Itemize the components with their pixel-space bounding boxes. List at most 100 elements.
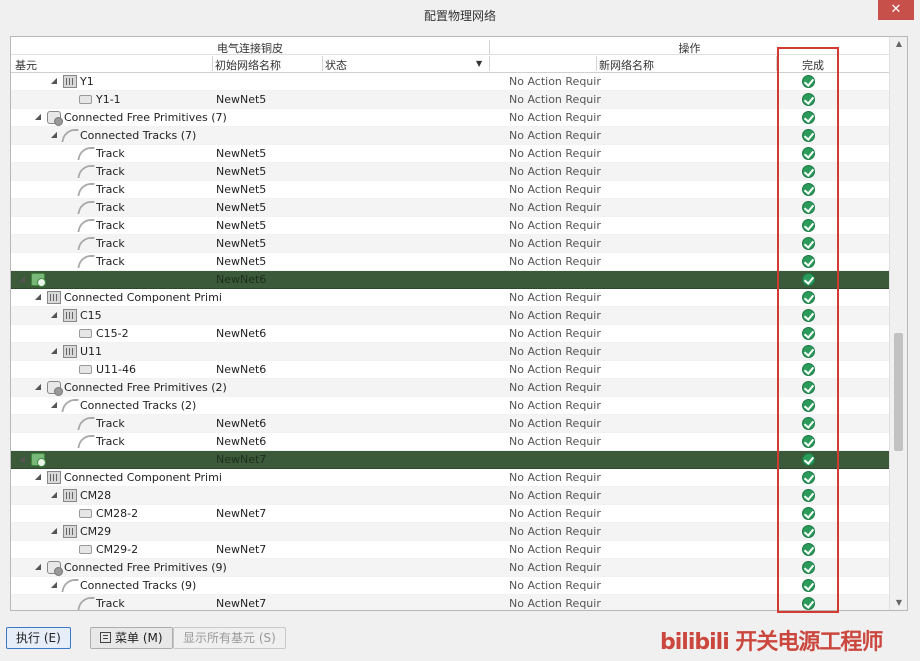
action-cell[interactable]: No Action Requir (509, 435, 601, 448)
column-header-initial-net[interactable]: 初始网络名称 (215, 57, 281, 73)
expand-toggle-icon[interactable]: ◢ (49, 580, 59, 589)
expand-toggle-icon[interactable]: ◢ (17, 274, 27, 283)
table-row[interactable]: CM28-2 NewNet7 No Action Requir (11, 505, 889, 523)
table-row[interactable]: ◢ CM28 No Action Requir (11, 487, 889, 505)
scroll-thumb[interactable] (894, 333, 903, 451)
done-check-icon (802, 363, 815, 376)
done-check-icon (802, 471, 815, 484)
action-cell[interactable]: No Action Requir (509, 165, 601, 178)
table-row[interactable]: ◢ Connected Tracks (7) No Action Requir (11, 127, 889, 145)
column-header-status[interactable]: 状态 (325, 57, 347, 73)
table-row[interactable]: Track NewNet6 No Action Requir (11, 433, 889, 451)
action-cell[interactable]: No Action Requir (509, 597, 601, 610)
table-row[interactable]: ◢ C15 No Action Requir (11, 307, 889, 325)
table-row[interactable]: Y1-1 NewNet5 No Action Requir (11, 91, 889, 109)
net-group-row[interactable]: ◢ NewNet6 (11, 271, 889, 289)
table-row[interactable]: Track NewNet5 No Action Requir (11, 199, 889, 217)
table-row[interactable]: ◢ Connected Component Primi No Action Requ… (11, 289, 889, 307)
expand-toggle-icon[interactable]: ◢ (49, 526, 59, 535)
expand-toggle-icon[interactable]: ◢ (33, 382, 43, 391)
action-cell[interactable]: No Action Requir (509, 489, 601, 502)
column-header-new-net[interactable]: 新网络名称 (599, 57, 654, 73)
action-cell[interactable]: No Action Requir (509, 579, 601, 592)
action-cell[interactable]: No Action Requir (509, 363, 601, 376)
expand-toggle-icon[interactable]: ◢ (33, 292, 43, 301)
row-label: Track (96, 597, 125, 610)
action-cell[interactable]: No Action Requir (509, 219, 601, 232)
table-row[interactable]: U11-46 NewNet6 No Action Requir (11, 361, 889, 379)
action-cell[interactable]: No Action Requir (509, 291, 601, 304)
action-cell[interactable]: No Action Requir (509, 183, 601, 196)
initial-net-cell: NewNet5 (216, 165, 267, 178)
action-cell[interactable]: No Action Requir (509, 93, 601, 106)
row-label: Track (96, 201, 125, 214)
action-cell[interactable]: No Action Requir (509, 507, 601, 520)
expand-toggle-icon[interactable]: ◢ (49, 490, 59, 499)
action-cell[interactable]: No Action Requir (509, 345, 601, 358)
table-row[interactable]: ◢ Y1 No Action Requir (11, 73, 889, 91)
action-cell[interactable]: No Action Requir (509, 399, 601, 412)
row-label: C15 (80, 309, 102, 322)
scroll-up-arrow-icon[interactable]: ▲ (890, 37, 908, 51)
table-row[interactable]: Track NewNet6 No Action Requir (11, 415, 889, 433)
action-cell[interactable]: No Action Requir (509, 255, 601, 268)
table-row[interactable]: Track NewNet5 No Action Requir (11, 181, 889, 199)
expand-toggle-icon[interactable]: ◢ (49, 400, 59, 409)
action-cell[interactable]: No Action Requir (509, 129, 601, 142)
scroll-down-arrow-icon[interactable]: ▼ (890, 596, 908, 610)
action-cell[interactable]: No Action Requir (509, 237, 601, 250)
table-row[interactable]: Track NewNet5 No Action Requir (11, 217, 889, 235)
menu-button[interactable]: 菜单 (M) (90, 627, 173, 649)
expand-toggle-icon[interactable]: ◢ (49, 130, 59, 139)
table-row[interactable]: ◢ Connected Free Primitives (9) No Action … (11, 559, 889, 577)
expand-toggle-icon[interactable]: ◢ (49, 76, 59, 85)
done-check-icon (802, 507, 815, 520)
action-cell[interactable]: No Action Requir (509, 561, 601, 574)
action-cell[interactable]: No Action Requir (509, 75, 601, 88)
done-check-icon (802, 327, 815, 340)
action-cell[interactable]: No Action Requir (509, 543, 601, 556)
expand-toggle-icon[interactable]: ◢ (17, 454, 27, 463)
track-icon (77, 237, 95, 250)
filter-dropdown-icon[interactable]: ▼ (476, 59, 482, 68)
action-cell[interactable]: No Action Requir (509, 327, 601, 340)
done-check-icon (802, 147, 815, 160)
table-row[interactable]: ◢ CM29 No Action Requir (11, 523, 889, 541)
execute-button[interactable]: 执行 (E) (6, 627, 71, 649)
expand-toggle-icon[interactable]: ◢ (49, 346, 59, 355)
done-check-icon (802, 417, 815, 430)
action-cell[interactable]: No Action Requir (509, 471, 601, 484)
action-cell[interactable]: No Action Requir (509, 381, 601, 394)
table-row[interactable]: ◢ Connected Component Primi No Action Requ… (11, 469, 889, 487)
table-row[interactable]: ◢ Connected Tracks (2) No Action Requir (11, 397, 889, 415)
action-cell[interactable]: No Action Requir (509, 525, 601, 538)
action-cell[interactable]: No Action Requir (509, 147, 601, 160)
column-header-primitive[interactable]: 基元 (15, 57, 37, 73)
net-group-row[interactable]: ◢ NewNet7 (11, 451, 889, 469)
expand-toggle-icon[interactable]: ◢ (33, 112, 43, 121)
vertical-scrollbar[interactable]: ▲ ▼ (889, 37, 907, 610)
column-header-done[interactable]: 完成 (802, 57, 824, 73)
table-row[interactable]: Track NewNet5 No Action Requir (11, 235, 889, 253)
action-cell[interactable]: No Action Requir (509, 111, 601, 124)
track-icon (77, 183, 95, 196)
expand-toggle-icon[interactable]: ◢ (33, 472, 43, 481)
action-cell[interactable]: No Action Requir (509, 309, 601, 322)
table-row[interactable]: Track NewNet5 No Action Requir (11, 145, 889, 163)
table-row[interactable]: Track NewNet5 No Action Requir (11, 253, 889, 271)
action-cell[interactable]: No Action Requir (509, 417, 601, 430)
expand-toggle-icon[interactable]: ◢ (49, 310, 59, 319)
table-row[interactable]: ◢ U11 No Action Requir (11, 343, 889, 361)
table-row[interactable]: C15-2 NewNet6 No Action Requir (11, 325, 889, 343)
table-row[interactable]: Track NewNet7 No Action Requir (11, 595, 889, 610)
show-all-primitives-button[interactable]: 显示所有基元 (S) (173, 627, 286, 649)
table-row[interactable]: ◢ Connected Tracks (9) No Action Requir (11, 577, 889, 595)
expand-toggle-icon[interactable]: ◢ (33, 562, 43, 571)
component-icon (63, 489, 77, 502)
table-row[interactable]: Track NewNet5 No Action Requir (11, 163, 889, 181)
table-row[interactable]: CM29-2 NewNet7 No Action Requir (11, 541, 889, 559)
table-row[interactable]: ◢ Connected Free Primitives (7) No Action … (11, 109, 889, 127)
action-cell[interactable]: No Action Requir (509, 201, 601, 214)
table-row[interactable]: ◢ Connected Free Primitives (2) No Action … (11, 379, 889, 397)
close-button[interactable]: ✕ (878, 0, 914, 20)
